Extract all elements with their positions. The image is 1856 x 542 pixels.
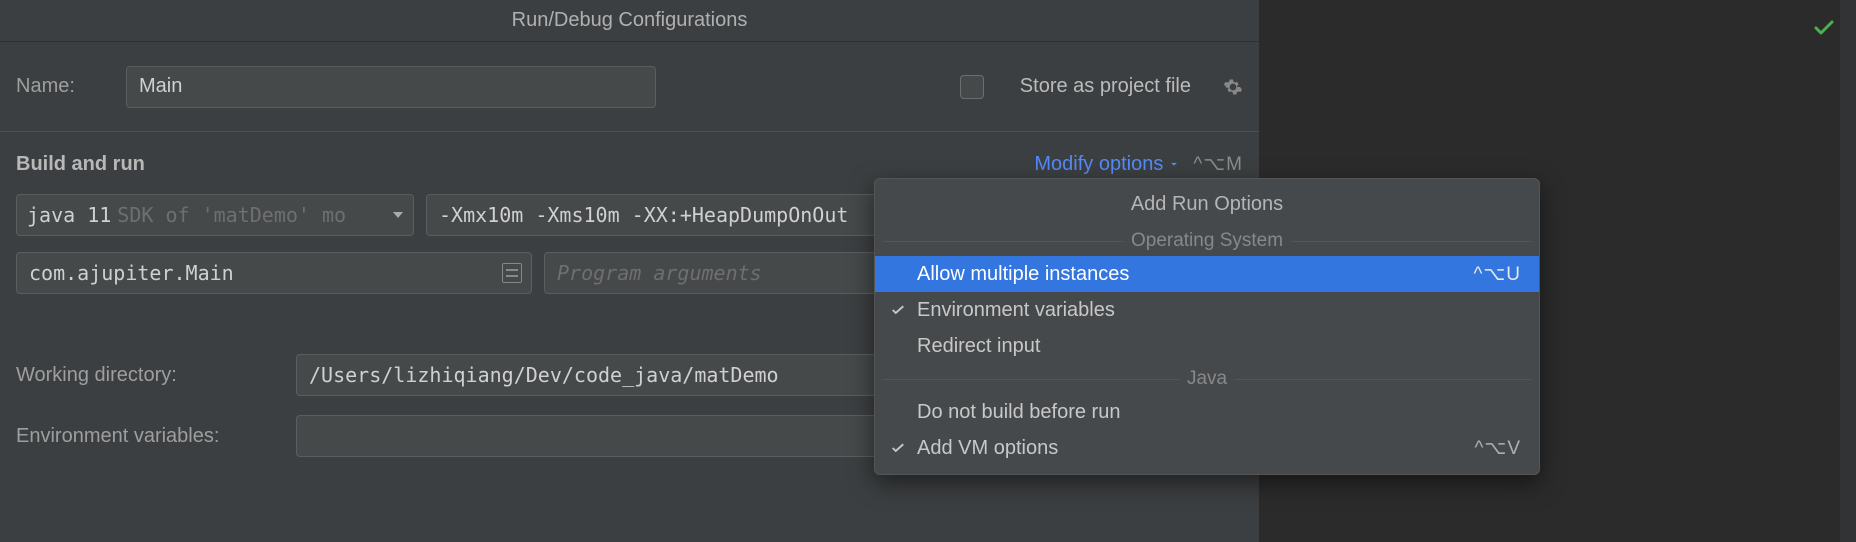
popup-item-label: Environment variables (917, 299, 1115, 322)
working-dir-label: Working directory: (16, 364, 272, 387)
popup-title: Add Run Options (875, 183, 1539, 226)
dialog-title: Run/Debug Configurations (0, 0, 1259, 42)
dropdown-icon (393, 212, 403, 218)
modify-options-label: Modify options (1034, 153, 1163, 176)
popup-item-label: Do not build before run (917, 401, 1120, 424)
name-label: Name: (16, 75, 102, 98)
popup-item-shortcut: ^⌥U (1473, 263, 1521, 286)
scrollbar-strip[interactable] (1840, 0, 1856, 542)
jdk-select[interactable]: java 11 SDK of 'matDemo' mo (16, 194, 414, 236)
popup-item-shortcut: ^⌥V (1475, 437, 1521, 460)
add-run-options-popup: Add Run Options Operating System Allow m… (874, 178, 1540, 475)
jdk-value: java 11 (27, 203, 111, 227)
modify-options-link[interactable]: Modify options (1034, 153, 1181, 176)
store-as-project-checkbox[interactable] (960, 75, 984, 99)
popup-item-redirect-input[interactable]: Redirect input (875, 328, 1539, 364)
main-class-input[interactable] (16, 252, 532, 294)
store-as-project-label: Store as project file (1020, 75, 1191, 98)
popup-item-add-vm[interactable]: Add VM options ^⌥V (875, 430, 1539, 466)
chevron-down-icon (1167, 157, 1181, 171)
success-check-icon (1812, 16, 1836, 40)
check-icon (889, 301, 907, 319)
popup-item-label: Allow multiple instances (917, 263, 1129, 286)
popup-group-java: Java (875, 364, 1539, 394)
build-run-title: Build and run (16, 153, 145, 176)
check-icon (889, 439, 907, 457)
dialog-title-text: Run/Debug Configurations (512, 9, 748, 32)
popup-item-no-build[interactable]: Do not build before run (875, 394, 1539, 430)
popup-item-env-vars[interactable]: Environment variables (875, 292, 1539, 328)
name-row: Name: Store as project file (0, 42, 1259, 132)
env-vars-label: Environment variables: (16, 425, 272, 448)
popup-item-label: Redirect input (917, 335, 1040, 358)
popup-item-allow-multiple[interactable]: Allow multiple instances ^⌥U (875, 256, 1539, 292)
popup-group-os: Operating System (875, 226, 1539, 256)
gear-icon[interactable] (1223, 77, 1243, 97)
popup-item-label: Add VM options (917, 437, 1058, 460)
browse-class-icon[interactable] (502, 263, 522, 283)
name-input[interactable] (126, 66, 656, 108)
jdk-hint: SDK of 'matDemo' mo (117, 203, 346, 227)
modify-options-shortcut: ^⌥M (1193, 153, 1243, 176)
